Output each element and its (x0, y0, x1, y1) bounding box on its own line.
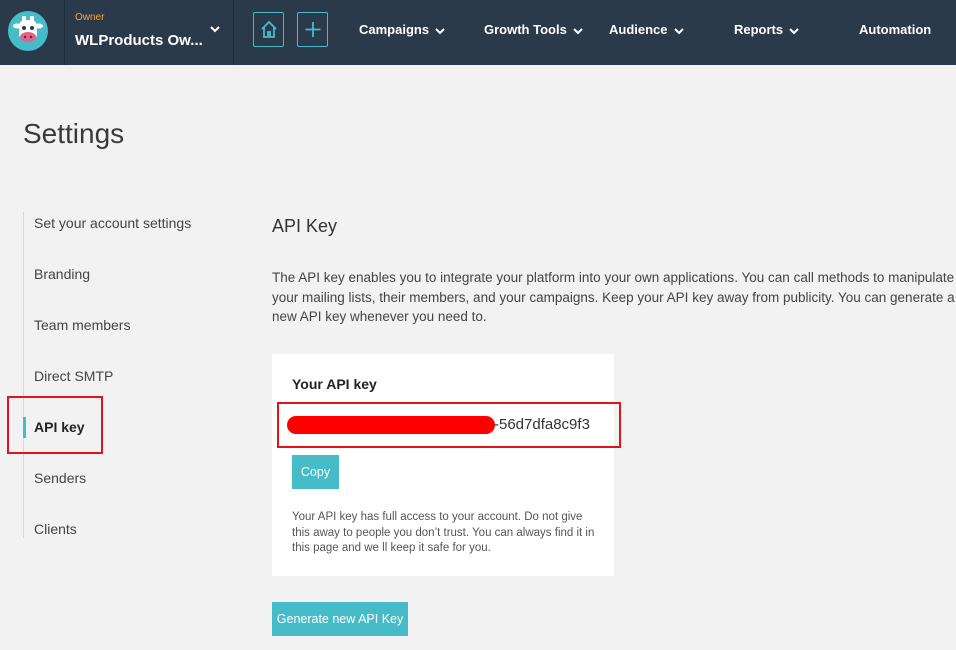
nav-campaigns[interactable]: Campaigns (359, 22, 445, 37)
api-key-note: Your API key has full access to your acc… (292, 511, 595, 554)
home-icon (261, 20, 277, 38)
sidebar-item-direct-smtp[interactable]: Direct SMTP (34, 368, 113, 384)
chevron-down-icon (210, 26, 220, 33)
sidebar-item-team-members[interactable]: Team members (34, 317, 130, 333)
api-key-card-title: Your API key (292, 376, 377, 392)
account-role: Owner (75, 12, 105, 23)
sidebar-item-senders[interactable]: Senders (34, 470, 86, 486)
cow-logo-icon[interactable] (8, 11, 48, 51)
settings-sidebar: Set your account settings Branding Team … (23, 212, 224, 538)
chevron-down-icon (673, 27, 684, 34)
copy-button[interactable]: Copy (292, 455, 339, 489)
generate-api-key-button[interactable]: Generate new API Key (272, 602, 408, 636)
section-title: API Key (272, 216, 338, 236)
sidebar-item-branding[interactable]: Branding (34, 266, 90, 282)
sidebar-item-account-settings[interactable]: Set your account settings (34, 215, 191, 231)
account-name: WLProducts Ow... (75, 32, 203, 49)
plus-icon (305, 22, 321, 37)
api-key-card: Your API key -56d7dfa8c9f3 Copy Your API… (272, 354, 614, 576)
nav-automation[interactable]: Automation (859, 22, 931, 37)
nav-reports[interactable]: Reports (734, 22, 799, 37)
chevron-down-icon (573, 27, 583, 34)
add-button[interactable] (297, 12, 328, 47)
nav-audience[interactable]: Audience (609, 22, 684, 37)
chevron-down-icon (435, 27, 445, 34)
api-key-menu-highlight (7, 396, 103, 454)
top-nav-bar: Owner WLProducts Ow... Campaigns Growth … (0, 0, 956, 65)
account-switcher[interactable]: Owner WLProducts Ow... (64, 0, 234, 65)
home-button[interactable] (253, 12, 284, 47)
api-key-highlight (277, 402, 621, 448)
page-title: Settings (23, 118, 125, 149)
sidebar-item-clients[interactable]: Clients (34, 521, 77, 537)
chevron-down-icon (789, 27, 799, 34)
api-description: The API key enables you to integrate you… (272, 270, 955, 324)
nav-growth-tools[interactable]: Growth Tools (484, 22, 583, 37)
